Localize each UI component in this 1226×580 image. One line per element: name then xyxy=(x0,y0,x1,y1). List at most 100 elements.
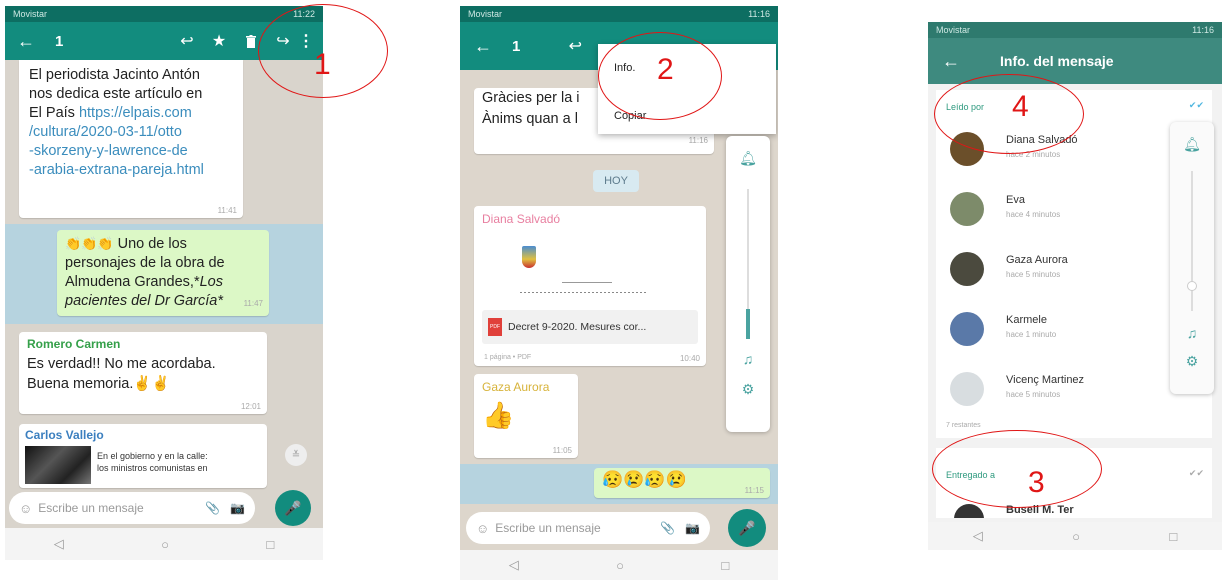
volume-slider[interactable] xyxy=(1187,171,1197,311)
carrier-label: Movistar xyxy=(13,9,48,19)
document-meta: 1 página • PDF xyxy=(484,354,532,361)
sender-name: Romero Carmen xyxy=(27,337,121,351)
message-text-line: Uno de los xyxy=(117,236,187,252)
contact-avatar xyxy=(950,192,984,226)
contact-name: Karmele xyxy=(1006,314,1047,326)
message-text-line: El periodista Jacinto Antón xyxy=(29,67,200,83)
info-toolbar: ← Info. del mensaje xyxy=(928,38,1222,84)
document-name: Decret 9-2020. Mesures cor... xyxy=(508,321,647,333)
camera-icon[interactable]: 📷 xyxy=(230,501,245,515)
message-time: 11:47 xyxy=(243,299,263,308)
settings-icon[interactable]: ⚙ xyxy=(742,381,755,398)
music-icon[interactable]: ♫ xyxy=(743,351,754,367)
message-bubble-incoming[interactable]: Gaza Aurora 👍 11:05 xyxy=(474,374,578,458)
phone-screenshot-1: Movistar 11:22 ← 1 ↩ ★ ↪ ⋮ El periodista… xyxy=(5,6,323,560)
bell-icon[interactable]: 🔔︎ xyxy=(739,150,757,167)
remaining-label[interactable]: 7 restantes xyxy=(946,422,981,429)
bell-icon[interactable]: 🔔︎ xyxy=(1183,136,1201,153)
back-arrow-icon[interactable]: ← xyxy=(15,31,37,52)
message-bubble-incoming[interactable]: Romero Carmen Es verdad!! No me acordaba… xyxy=(19,332,267,414)
emoji-icon[interactable]: ☺ xyxy=(476,521,489,536)
scroll-down-button[interactable]: ≚ xyxy=(285,444,307,466)
clock-label: 11:16 xyxy=(1192,25,1214,35)
selected-count: 1 xyxy=(55,32,64,50)
victory-emoji: ✌✌ xyxy=(133,376,170,392)
message-text-line: Buena memoria. xyxy=(27,376,134,392)
reply-icon[interactable]: ↩ xyxy=(560,36,590,56)
clock-label: 11:16 xyxy=(748,9,770,19)
message-text-line: nos dedica este artículo en xyxy=(29,86,203,102)
nav-back-icon[interactable]: ◁ xyxy=(54,536,64,552)
pdf-icon: PDF xyxy=(488,318,502,336)
crest-icon xyxy=(522,246,536,268)
contact-avatar xyxy=(950,312,984,346)
message-text-line: El País xyxy=(29,105,79,121)
contact-avatar xyxy=(950,252,984,286)
selected-count: 1 xyxy=(512,37,521,55)
nav-back-icon[interactable]: ◁ xyxy=(509,557,519,573)
article-link[interactable]: -skorzeny-y-lawrence-de xyxy=(29,142,233,161)
article-link[interactable]: -arabia-extrana-pareja.html xyxy=(29,161,233,180)
message-input[interactable]: ☺ Escribe un mensaje 📎 📷 xyxy=(9,492,255,524)
message-text-line: Almudena Grandes,* xyxy=(65,274,200,290)
contact-avatar xyxy=(954,504,984,518)
volume-panel: 🔔︎ ♫ ⚙ xyxy=(726,136,770,432)
message-input-bar: ☺ Escribe un mensaje 📎 📷 🎤 xyxy=(466,509,772,547)
message-time: 11:05 xyxy=(552,446,572,455)
article-link[interactable]: https://elpais.com xyxy=(79,105,192,121)
carrier-label: Movistar xyxy=(936,25,971,35)
carrier-label: Movistar xyxy=(468,9,503,19)
screen-title: Info. del mensaje xyxy=(1000,53,1114,69)
reply-icon[interactable]: ↩ xyxy=(171,31,203,51)
read-time: hace 5 minutos xyxy=(1006,390,1061,399)
music-icon[interactable]: ♫ xyxy=(1187,325,1198,341)
message-bubble-outgoing[interactable]: 👏👏👏 Uno de los personajes de la obra de … xyxy=(57,230,269,316)
sender-name: Gaza Aurora xyxy=(482,380,550,394)
document-thumbnail xyxy=(482,232,698,304)
mic-button[interactable]: 🎤 xyxy=(728,509,766,547)
nav-recents-icon[interactable]: □ xyxy=(1169,529,1177,544)
attach-icon[interactable]: 📎 xyxy=(205,501,220,515)
emoji-icon[interactable]: ☺ xyxy=(19,501,32,516)
message-text-line: Es verdad!! No me acordaba. xyxy=(27,356,216,372)
android-nav-bar: ◁ ○ □ xyxy=(460,550,778,580)
message-input[interactable]: ☺ Escribe un mensaje 📎 📷 xyxy=(466,512,710,544)
annotation-number-1: 1 xyxy=(314,48,331,81)
message-bubble-link-preview[interactable]: Carlos Vallejo En el gobierno y en la ca… xyxy=(19,424,267,488)
back-arrow-icon[interactable]: ← xyxy=(940,51,962,72)
nav-home-icon[interactable]: ○ xyxy=(616,558,624,573)
message-text-line: personajes de la obra de xyxy=(65,255,225,271)
message-italic-text: Los xyxy=(199,274,223,290)
annotation-circle-3 xyxy=(932,430,1102,508)
settings-icon[interactable]: ⚙ xyxy=(1186,353,1199,370)
nav-recents-icon[interactable]: □ xyxy=(721,558,729,573)
sender-name: Carlos Vallejo xyxy=(25,428,104,442)
document-row[interactable]: PDF Decret 9-2020. Mesures cor... xyxy=(482,310,698,344)
nav-home-icon[interactable]: ○ xyxy=(161,537,169,552)
input-placeholder: Escribe un mensaje xyxy=(38,501,144,515)
message-bubble-article[interactable]: El periodista Jacinto Antón nos dedica e… xyxy=(19,60,243,218)
read-time: hace 1 minuto xyxy=(1006,330,1057,339)
contact-name: Eva xyxy=(1006,194,1025,206)
attach-icon[interactable]: 📎 xyxy=(660,521,675,535)
camera-icon[interactable]: 📷 xyxy=(685,521,700,535)
nav-recents-icon[interactable]: □ xyxy=(266,537,274,552)
back-arrow-icon[interactable]: ← xyxy=(472,36,494,57)
input-placeholder: Escribe un mensaje xyxy=(495,521,601,535)
message-time: 11:15 xyxy=(744,486,764,495)
read-check-icon: ✔✔ xyxy=(1188,100,1204,110)
message-time: 11:41 xyxy=(217,206,237,215)
crying-emoji: 😥😢😥😢 xyxy=(602,470,687,489)
nav-back-icon[interactable]: ◁ xyxy=(973,528,983,544)
day-separator: HOY xyxy=(593,170,639,192)
sender-name: Diana Salvadó xyxy=(482,212,561,226)
article-link[interactable]: /cultura/2020-03-11/otto xyxy=(29,123,233,142)
contact-name: Vicenç Martinez xyxy=(1006,374,1085,386)
star-icon[interactable]: ★ xyxy=(203,31,235,51)
message-bubble-document[interactable]: Diana Salvadó PDF Decret 9-2020. Mesures… xyxy=(474,206,706,366)
mic-button[interactable]: 🎤 xyxy=(275,490,311,526)
message-bubble-outgoing[interactable]: 😥😢😥😢 11:15 xyxy=(594,468,770,498)
volume-slider[interactable] xyxy=(746,189,750,339)
nav-home-icon[interactable]: ○ xyxy=(1072,529,1080,544)
status-bar: Movistar 11:16 xyxy=(460,6,778,22)
